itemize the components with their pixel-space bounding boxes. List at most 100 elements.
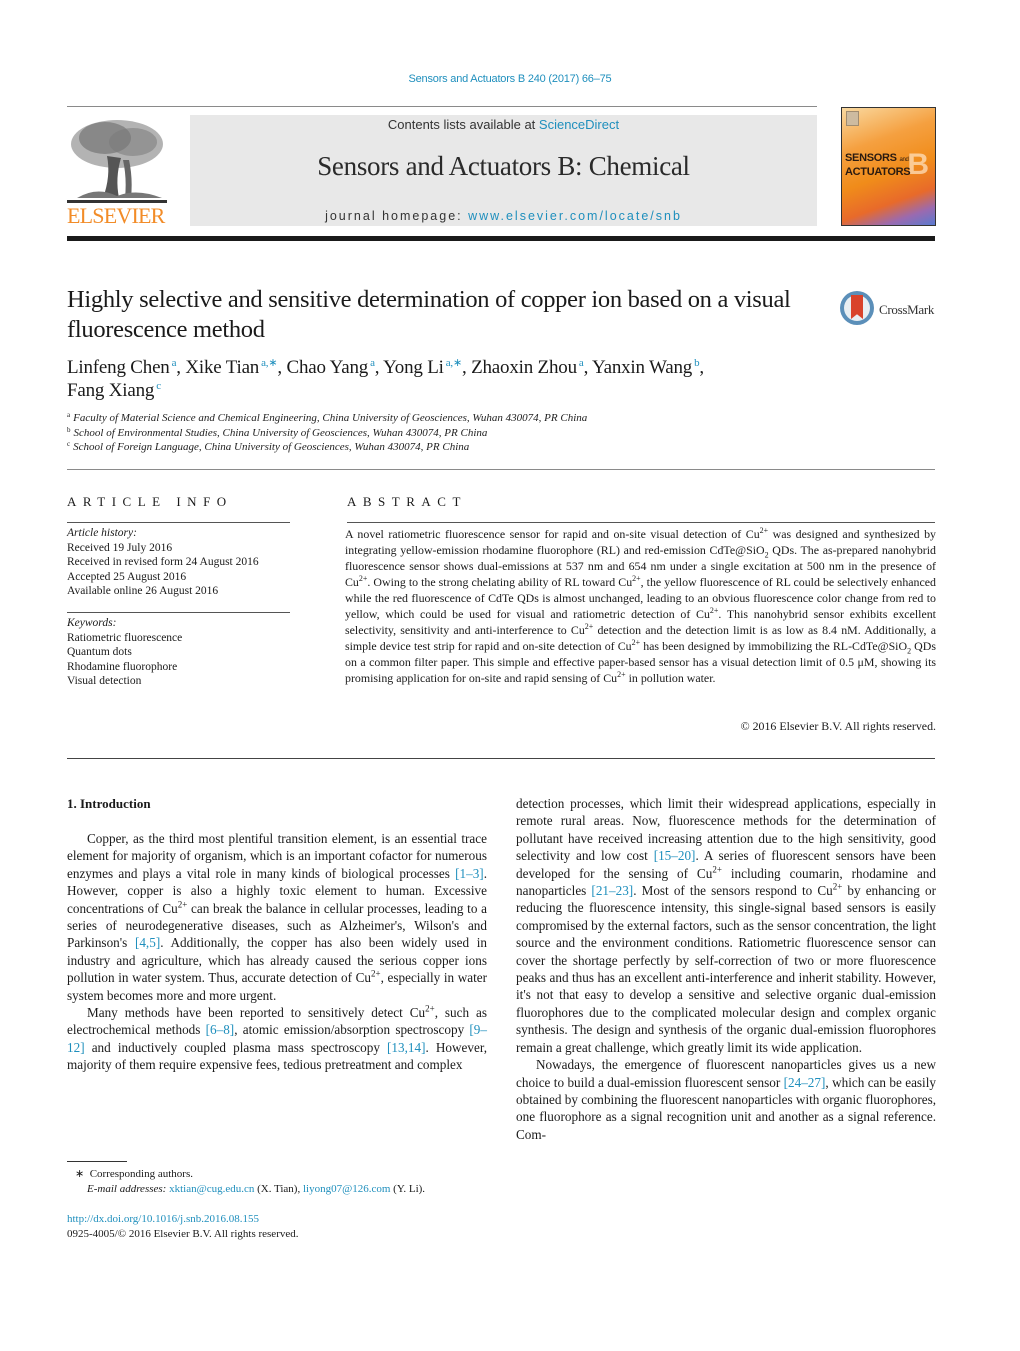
crossmark-label: CrossMark [879,302,935,317]
body-paragraph: detection processes, which limit their w… [516,796,937,1055]
journal-cover-thumbnail[interactable]: B SENSORS and ACTUATORS [841,107,936,226]
cover-title-line1: SENSORS [845,152,897,164]
author-name[interactable]: Chao Yang [286,357,368,378]
email-line: E-mail addresses: xktian@cug.edu.cn (X. … [75,1182,505,1197]
author-affiliation-mark[interactable]: a,∗ [261,357,277,369]
abstract-text: A novel ratiometric fluorescence sensor … [345,526,936,685]
sciencedirect-link[interactable]: ScienceDirect [539,117,619,132]
keyword: Quantum dots [67,646,132,658]
footnote-rule [67,1161,127,1162]
author-name[interactable]: Fang Xiang [67,380,154,401]
author-separator: , [699,357,704,378]
citation-link[interactable]: [13,14] [387,1040,425,1055]
corresponding-author-footnote: ∗ Corresponding authors. E-mail addresse… [75,1167,505,1197]
article-history: Article history: Received 19 July 2016 R… [67,526,297,599]
author[interactable]: Fang Xiang c [67,380,161,401]
affiliation-text: School of Environmental Studies, China U… [73,426,488,439]
journal-reference-link[interactable]: Sensors and Actuators B 240 (2017) 66–75 [0,73,1020,85]
citation-link[interactable]: [15–20] [654,848,696,863]
author-list: Linfeng Chen a, Xike Tian a,∗, Chao Yang a,… [67,356,827,402]
author-affiliation-mark[interactable]: c [156,380,161,392]
author[interactable]: Zhaoxin Zhou a, [471,357,592,378]
keywords-rule [67,612,290,613]
citation-link[interactable]: [4,5] [135,935,160,950]
body-paragraph: Nowadays, the emergence of fluorescent n… [516,1057,936,1142]
author-name[interactable]: Zhaoxin Zhou [471,357,577,378]
author-name[interactable]: Linfeng Chen [67,357,170,378]
affiliation: b School of Environmental Studies, China … [67,426,827,441]
citation-link[interactable]: [21–23] [591,883,633,898]
affiliation-key: c [67,440,71,448]
front-matter-divider [67,758,935,759]
corresponding-line: ∗ Corresponding authors. [75,1167,505,1182]
elsevier-tree-icon [67,120,167,203]
section-heading-introduction: 1. Introduction [67,796,151,811]
author-name[interactable]: Yanxin Wang [592,357,692,378]
cover-letter: B [907,148,929,181]
author[interactable]: Linfeng Chen a, [67,357,185,378]
citation-link[interactable]: [24–27] [784,1075,826,1090]
history-item: Received in revised form 24 August 2016 [67,556,259,568]
article-title: Highly selective and sensitive determina… [67,286,791,343]
email-owner: (Y. Li). [390,1183,426,1195]
email-label: E-mail addresses: [87,1183,167,1195]
title-block-divider [67,469,935,470]
corresponding-label: Corresponding authors. [89,1168,193,1180]
affiliation-key: a [67,411,71,419]
affiliation-key: b [67,425,71,434]
author-separator: , [374,357,384,378]
cover-title-line2: ACTUATORS [845,166,911,178]
keyword: Rhodamine fluorophore [67,660,178,673]
author[interactable]: Xike Tian a,∗, [185,357,286,378]
footnote-star: ∗ [75,1168,85,1180]
author-name[interactable]: Yong Li [383,357,444,378]
cover-title: SENSORS and ACTUATORS [845,152,911,178]
header-divider [67,106,817,107]
journal-homepage-link[interactable]: www.elsevier.com/locate/snb [468,209,682,223]
affiliation: a Faculty of Material Science and Chemica… [67,411,827,426]
author-separator: , [461,357,472,378]
affiliations: a Faculty of Material Science and Chemica… [67,411,827,455]
affiliation-text: School of Foreign Language, China Univer… [73,441,470,453]
keywords-label: Keywords: [67,617,117,629]
doi-block: http://dx.doi.org/10.1016/j.snb.2016.08.… [67,1212,497,1242]
homepage-prefix: journal homepage: [325,209,469,223]
keyword: Visual detection [67,675,142,687]
homepage-line: journal homepage: www.elsevier.com/locat… [190,209,817,223]
email-link-tian[interactable]: xktian@cug.edu.cn [169,1183,254,1195]
author-separator: , [583,357,592,378]
citation-link[interactable]: [1–3] [455,866,484,881]
history-item: Available online 26 August 2016 [67,585,219,597]
affiliation-text: Faculty of Material Science and Chemical… [73,412,588,424]
elsevier-wordmark: ELSEVIER [67,203,165,228]
cover-emblem-icon [846,111,859,126]
author[interactable]: Chao Yang a, [286,357,383,378]
contents-line: Contents lists available at ScienceDirec… [190,117,817,132]
abstract-rule [347,522,935,523]
crossmark-button[interactable]: CrossMark [840,291,940,329]
doi-link[interactable]: http://dx.doi.org/10.1016/j.snb.2016.08.… [67,1213,259,1225]
author-affiliation-mark[interactable]: a,∗ [446,357,462,369]
article-info-rule [67,522,290,523]
history-item: Received 19 July 2016 [67,541,173,554]
crossmark-icon [840,291,874,325]
history-item: Accepted 25 August 2016 [67,570,187,583]
citation-link[interactable]: [6–8] [206,1022,235,1037]
masthead-bottom-rule [67,236,935,241]
keywords: Keywords: Ratiometric fluorescence Quant… [67,616,297,689]
affiliation: c School of Foreign Language, China Unive… [67,440,827,455]
article-history-label: Article history: [67,527,137,539]
abstract-copyright: © 2016 Elsevier B.V. All rights reserved… [740,719,936,733]
cover-title-and: and [899,157,909,163]
journal-masthead: Contents lists available at ScienceDirec… [190,115,817,226]
body-paragraph: Copper, as the third most plentiful tran… [67,831,487,1003]
author[interactable]: Yanxin Wang b, [592,357,704,378]
author-name[interactable]: Xike Tian [185,357,259,378]
journal-title: Sensors and Actuators B: Chemical [317,151,690,181]
author[interactable]: Yong Li a,∗, [383,357,471,378]
elsevier-logo[interactable]: ELSEVIER [67,116,167,228]
article-info-heading: ARTICLE INFO [67,494,233,509]
email-link-li[interactable]: liyong07@126.com [303,1183,390,1195]
contents-prefix: Contents lists available at [387,117,539,132]
body-column-right: detection processes, which limit their w… [516,795,936,1143]
